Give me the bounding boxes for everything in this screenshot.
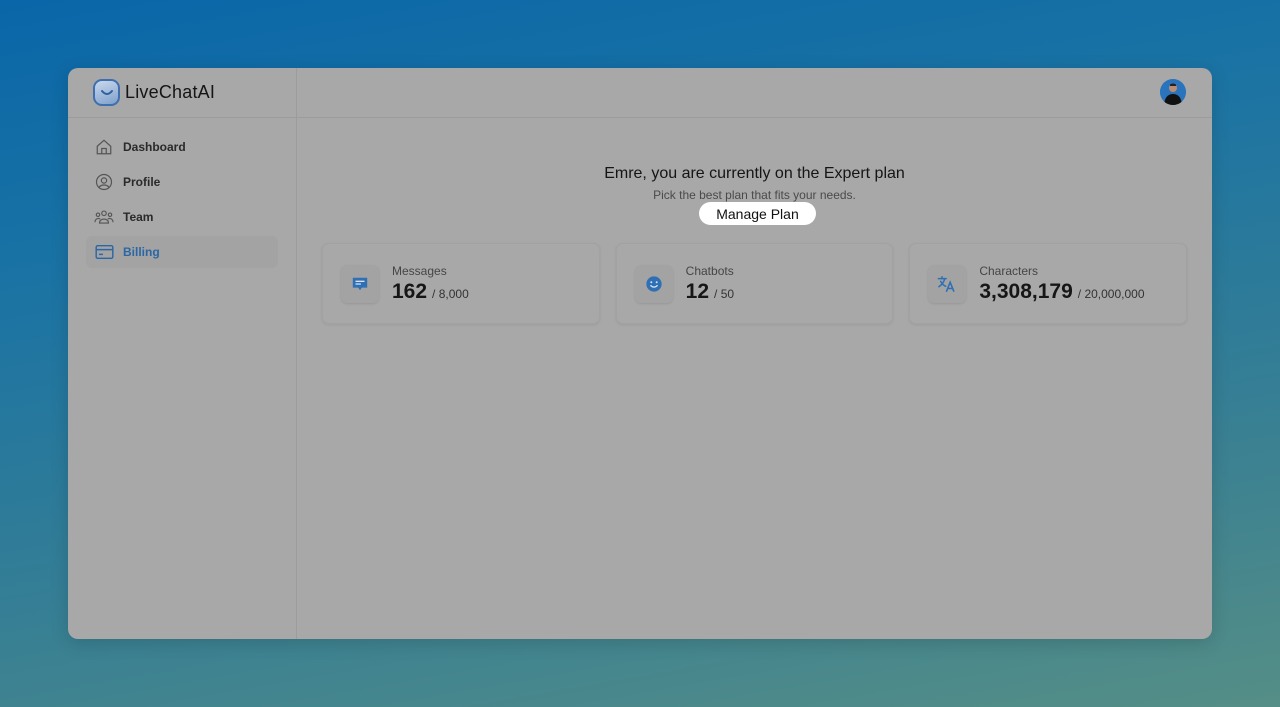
usage-label: Messages (392, 263, 447, 278)
sidebar-item-label: Profile (123, 175, 161, 189)
usage-label: Chatbots (685, 263, 734, 278)
logo-icon (93, 79, 120, 106)
billing-main: Emre, you are currently on the Expert pl… (297, 119, 1212, 639)
usage-value: 162 (392, 279, 428, 303)
sidebar-item-profile[interactable]: Profile (86, 166, 278, 198)
usage-cards: Messages 162 / 8,000 Chatbots 12 / 50 Ch… (322, 243, 1188, 324)
credit-card-icon (94, 242, 114, 262)
avatar[interactable] (1160, 79, 1186, 105)
sidebar-item-label: Billing (123, 245, 160, 259)
usage-label: Characters (979, 263, 1039, 278)
team-icon (94, 207, 114, 227)
manage-plan-button[interactable]: Manage Plan (699, 202, 816, 225)
smiley-icon (634, 264, 673, 303)
plan-title: Emre, you are currently on the Expert pl… (604, 165, 905, 182)
plan-subtitle: Pick the best plan that fits your needs. (653, 188, 856, 202)
sidebar-item-dashboard[interactable]: Dashboard (86, 131, 278, 163)
app-window: LiveChatAI Dashboard Profile Team Billin… (68, 68, 1212, 639)
brand-name: LiveChatAI (125, 82, 216, 102)
sidebar-item-team[interactable]: Team (86, 201, 278, 233)
usage-value: 3,308,179 (979, 279, 1073, 303)
usage-limit: / 8,000 (432, 286, 469, 301)
message-icon (341, 264, 379, 303)
home-icon (94, 137, 114, 157)
top-bar (297, 68, 1212, 118)
brand[interactable]: LiveChatAI (68, 68, 296, 118)
user-circle-icon (94, 172, 114, 192)
translate-icon (928, 264, 967, 303)
usage-card-characters: Characters 3,308,179 / 20,000,000 (909, 243, 1188, 324)
sidebar: LiveChatAI Dashboard Profile Team Billin… (68, 68, 297, 639)
sidebar-nav: Dashboard Profile Team Billing (68, 118, 296, 268)
sidebar-item-label: Team (123, 210, 154, 224)
usage-limit: / 20,000,000 (1077, 286, 1145, 301)
sidebar-item-billing[interactable]: Billing (86, 236, 278, 268)
usage-limit: / 50 (714, 286, 735, 301)
usage-card-messages: Messages 162 / 8,000 (322, 243, 600, 324)
usage-card-chatbots: Chatbots 12 / 50 (615, 243, 894, 324)
usage-value: 12 (685, 279, 710, 303)
sidebar-item-label: Dashboard (123, 140, 186, 154)
